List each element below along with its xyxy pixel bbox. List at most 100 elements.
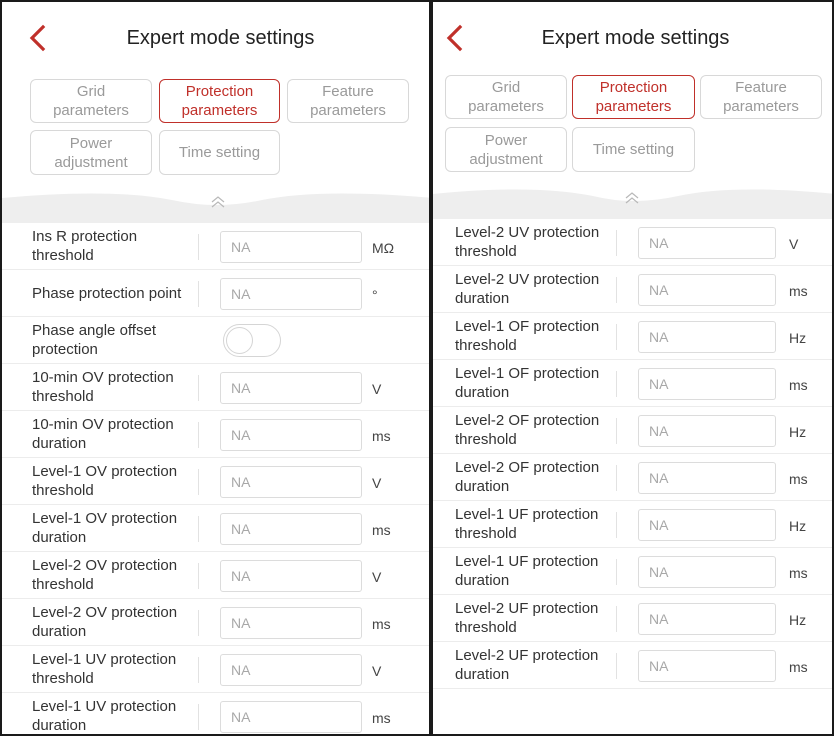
row-level1-uv-duration: Level-1 UV protection duration NA ms (2, 693, 429, 734)
unit-label: Hz (789, 518, 807, 534)
header: Expert mode settings (433, 2, 832, 72)
value-input[interactable]: NA (638, 274, 776, 306)
setting-label: Level-1 OF protection threshold (455, 318, 600, 354)
divider (198, 516, 199, 542)
setting-label: Level-2 OV protection duration (32, 604, 178, 640)
row-level2-ov-duration: Level-2 OV protection duration NA ms (2, 599, 429, 646)
unit-label: V (372, 569, 382, 585)
row-level2-uf-duration: Level-2 UF protection duration NA ms (433, 642, 832, 689)
value-input[interactable]: NA (638, 415, 776, 447)
value-input[interactable]: NA (220, 701, 362, 733)
unit-label: V (372, 381, 382, 397)
setting-label: Level-2 UV protection threshold (455, 224, 600, 260)
value-input[interactable]: NA (638, 321, 776, 353)
page-title: Expert mode settings (541, 27, 730, 49)
setting-label: Level-1 OV protection threshold (32, 463, 178, 499)
unit-label: ° (372, 287, 378, 303)
value-input[interactable]: NA (220, 560, 362, 592)
collapse-bar[interactable] (433, 184, 832, 219)
divider (198, 281, 199, 307)
setting-label: Level-2 OV protection threshold (32, 557, 178, 593)
divider (198, 375, 199, 401)
row-phase-angle-offset-protection: Phase angle offset protection (2, 317, 429, 364)
tab-time-setting[interactable]: Time setting (572, 127, 695, 172)
tab-bar: Grid parameters Protection parameters Fe… (2, 72, 429, 188)
setting-label: Ins R protection threshold (32, 228, 138, 264)
tab-feature-parameters[interactable]: Feature parameters (287, 79, 409, 123)
divider (198, 657, 199, 683)
divider (616, 465, 617, 491)
tab-protection-parameters[interactable]: Protection parameters (572, 75, 695, 119)
tab-grid-parameters[interactable]: Grid parameters (30, 79, 152, 123)
toggle-knob (226, 327, 253, 354)
divider (616, 324, 617, 350)
divider (198, 563, 199, 589)
value-input[interactable]: NA (638, 509, 776, 541)
value-input[interactable]: NA (220, 372, 362, 404)
toggle-switch[interactable] (223, 324, 281, 357)
value-input[interactable]: NA (220, 419, 362, 451)
value-input[interactable]: NA (638, 368, 776, 400)
row-level2-ov-threshold: Level-2 OV protection threshold NA V (2, 552, 429, 599)
divider (616, 277, 617, 303)
setting-label: Level-1 UF protection duration (455, 553, 599, 589)
double-chevron-up-icon (2, 188, 429, 208)
setting-label: Level-2 UF protection threshold (455, 600, 599, 636)
divider (198, 469, 199, 495)
unit-label: ms (789, 565, 808, 581)
unit-label: Hz (789, 612, 807, 628)
row-ins-r-protection-threshold: Ins R protection threshold NA MΩ (2, 223, 429, 270)
row-level2-of-threshold: Level-2 OF protection threshold NA Hz (433, 407, 832, 454)
setting-label: Level-2 OF protection threshold (455, 412, 600, 448)
value-input[interactable]: NA (220, 466, 362, 498)
setting-label: Level-1 UV protection duration (32, 698, 177, 734)
unit-label: MΩ (372, 240, 395, 256)
value-input[interactable]: NA (638, 603, 776, 635)
divider (198, 234, 199, 260)
unit-label: ms (789, 283, 808, 299)
double-chevron-up-icon (433, 184, 832, 204)
row-level2-uv-threshold: Level-2 UV protection threshold NA V (433, 219, 832, 266)
setting-label: Level-2 UV protection duration (455, 271, 600, 307)
unit-label: ms (372, 522, 391, 538)
value-input[interactable]: NA (220, 607, 362, 639)
setting-label: Phase angle offset protection (32, 322, 156, 358)
row-10min-ov-threshold: 10-min OV protection threshold NA V (2, 364, 429, 411)
row-level2-uv-duration: Level-2 UV protection duration NA ms (433, 266, 832, 313)
value-input[interactable]: NA (220, 231, 362, 263)
value-input[interactable]: NA (220, 654, 362, 686)
value-input[interactable]: NA (638, 556, 776, 588)
tab-time-setting[interactable]: Time setting (159, 130, 280, 175)
unit-label: ms (789, 377, 808, 393)
divider (198, 704, 199, 730)
row-level1-ov-threshold: Level-1 OV protection threshold NA V (2, 458, 429, 505)
setting-label: Level-2 UF protection duration (455, 647, 599, 683)
value-input[interactable]: NA (220, 278, 362, 310)
setting-label: 10-min OV protection threshold (32, 369, 174, 405)
value-input[interactable]: NA (638, 462, 776, 494)
setting-label: Phase protection point (32, 285, 182, 302)
setting-label: Level-1 UV protection threshold (32, 651, 177, 687)
tab-feature-parameters[interactable]: Feature parameters (700, 75, 822, 119)
divider (616, 559, 617, 585)
tab-protection-parameters[interactable]: Protection parameters (159, 79, 280, 123)
row-level1-ov-duration: Level-1 OV protection duration NA ms (2, 505, 429, 552)
value-input[interactable]: NA (638, 650, 776, 682)
setting-label: Level-2 OF protection duration (455, 459, 600, 495)
tab-grid-parameters[interactable]: Grid parameters (445, 75, 567, 119)
divider (198, 422, 199, 448)
header: Expert mode settings (2, 2, 429, 72)
setting-label: Level-1 OF protection duration (455, 365, 600, 401)
value-input[interactable]: NA (638, 227, 776, 259)
unit-label: Hz (789, 330, 807, 346)
divider (616, 230, 617, 256)
unit-label: ms (789, 659, 808, 675)
page-title: Expert mode settings (126, 27, 315, 49)
divider (616, 653, 617, 679)
tab-power-adjustment[interactable]: Power adjustment (30, 130, 152, 175)
collapse-bar[interactable] (2, 188, 429, 223)
tab-power-adjustment[interactable]: Power adjustment (445, 127, 567, 172)
divider (616, 606, 617, 632)
unit-label: ms (372, 616, 391, 632)
value-input[interactable]: NA (220, 513, 362, 545)
